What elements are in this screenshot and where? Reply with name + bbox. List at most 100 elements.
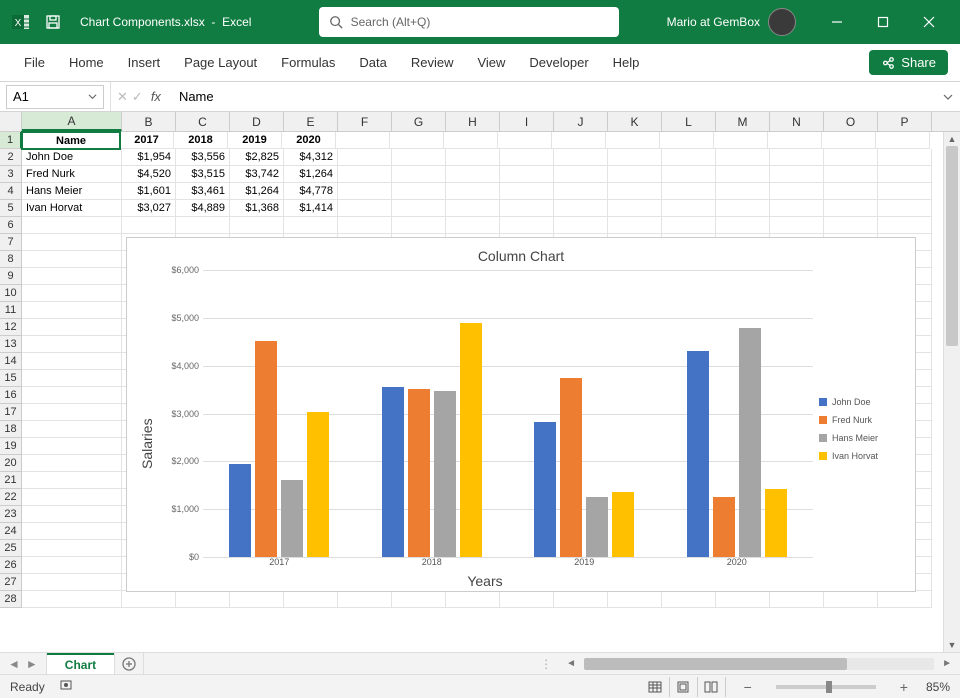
cell[interactable] [662, 200, 716, 217]
next-sheet-icon[interactable]: ► [26, 657, 38, 671]
cell[interactable]: $3,461 [176, 183, 230, 200]
cell[interactable]: $2,825 [230, 149, 284, 166]
cell[interactable] [822, 132, 876, 149]
bar[interactable] [612, 492, 634, 557]
row-header[interactable]: 4 [0, 183, 22, 200]
column-header-L[interactable]: L [662, 112, 716, 131]
cell[interactable] [338, 149, 392, 166]
cell[interactable]: $3,027 [122, 200, 176, 217]
prev-sheet-icon[interactable]: ◄ [8, 657, 20, 671]
row-header[interactable]: 14 [0, 353, 22, 370]
cell[interactable] [716, 591, 770, 608]
cell[interactable] [662, 217, 716, 234]
cell[interactable]: John Doe [22, 149, 122, 166]
row-header[interactable]: 22 [0, 489, 22, 506]
cell[interactable] [338, 183, 392, 200]
cell[interactable] [446, 183, 500, 200]
bar[interactable] [307, 412, 329, 557]
cell[interactable] [22, 370, 122, 387]
cell[interactable] [716, 149, 770, 166]
cell[interactable] [498, 132, 552, 149]
cell[interactable] [770, 200, 824, 217]
column-header-P[interactable]: P [878, 112, 932, 131]
bar[interactable] [560, 378, 582, 557]
cell[interactable] [554, 183, 608, 200]
column-header-N[interactable]: N [770, 112, 824, 131]
ribbon-tab-developer[interactable]: Developer [517, 44, 600, 81]
cell[interactable] [878, 149, 932, 166]
cell[interactable] [446, 166, 500, 183]
cell[interactable] [662, 183, 716, 200]
ribbon-tab-review[interactable]: Review [399, 44, 466, 81]
cell[interactable] [662, 149, 716, 166]
cell[interactable] [22, 421, 122, 438]
column-header-H[interactable]: H [446, 112, 500, 131]
cell[interactable] [878, 183, 932, 200]
cell[interactable] [22, 353, 122, 370]
sheet-tab-chart[interactable]: Chart [47, 653, 114, 674]
tab-scroll-grip[interactable]: ⋮ [534, 653, 558, 674]
cell[interactable] [122, 591, 176, 608]
row-header[interactable]: 16 [0, 387, 22, 404]
cell[interactable] [716, 183, 770, 200]
row-header[interactable]: 17 [0, 404, 22, 421]
cell[interactable] [608, 591, 662, 608]
cell[interactable] [392, 166, 446, 183]
row-header[interactable]: 7 [0, 234, 22, 251]
cell[interactable] [338, 166, 392, 183]
cell[interactable] [716, 166, 770, 183]
cell[interactable] [22, 489, 122, 506]
cell[interactable] [122, 217, 176, 234]
cell[interactable] [878, 217, 932, 234]
share-button[interactable]: Share [869, 50, 948, 75]
horizontal-scrollbar[interactable]: ◄ ► [558, 653, 960, 674]
row-header[interactable]: 23 [0, 506, 22, 523]
cell[interactable] [22, 438, 122, 455]
cell[interactable] [22, 387, 122, 404]
cell[interactable] [446, 217, 500, 234]
ribbon-tab-page-layout[interactable]: Page Layout [172, 44, 269, 81]
accept-formula-icon[interactable]: ✓ [132, 89, 143, 105]
cell[interactable] [390, 132, 444, 149]
cell[interactable]: 2017 [120, 132, 174, 149]
cell[interactable]: $4,520 [122, 166, 176, 183]
name-box[interactable]: A1 [6, 85, 104, 109]
cell[interactable] [878, 200, 932, 217]
cell[interactable] [22, 574, 122, 591]
column-header-A[interactable]: A [22, 112, 122, 131]
user-account[interactable]: Mario at GemBox [667, 8, 796, 36]
bar[interactable] [765, 489, 787, 557]
cell[interactable] [446, 200, 500, 217]
embedded-chart[interactable]: Column Chart Salaries $0$1,000$2,000$3,0… [126, 237, 916, 592]
cell[interactable] [554, 149, 608, 166]
cell[interactable] [230, 591, 284, 608]
bar[interactable] [739, 328, 761, 557]
cell[interactable] [22, 234, 122, 251]
ribbon-tab-help[interactable]: Help [601, 44, 652, 81]
search-box[interactable]: Search (Alt+Q) [319, 7, 619, 37]
column-header-M[interactable]: M [716, 112, 770, 131]
cell[interactable] [22, 336, 122, 353]
normal-view-button[interactable] [642, 677, 670, 697]
column-header-B[interactable]: B [122, 112, 176, 131]
page-break-view-button[interactable] [698, 677, 726, 697]
row-header[interactable]: 19 [0, 438, 22, 455]
cell[interactable] [716, 217, 770, 234]
bar[interactable] [687, 351, 709, 557]
column-header-E[interactable]: E [284, 112, 338, 131]
scroll-up-arrow[interactable]: ▲ [944, 132, 960, 146]
bar[interactable] [255, 341, 277, 557]
cell[interactable]: $1,414 [284, 200, 338, 217]
cell[interactable] [500, 200, 554, 217]
row-header[interactable]: 27 [0, 574, 22, 591]
cell[interactable] [824, 591, 878, 608]
cell[interactable] [824, 166, 878, 183]
ribbon-tab-insert[interactable]: Insert [116, 44, 173, 81]
cancel-formula-icon[interactable]: ✕ [117, 89, 128, 105]
row-header[interactable]: 10 [0, 285, 22, 302]
bar[interactable] [281, 480, 303, 557]
cell[interactable] [770, 166, 824, 183]
hscroll-thumb[interactable] [584, 658, 847, 670]
column-header-F[interactable]: F [338, 112, 392, 131]
vertical-scrollbar[interactable]: ▲ ▼ [943, 132, 960, 652]
